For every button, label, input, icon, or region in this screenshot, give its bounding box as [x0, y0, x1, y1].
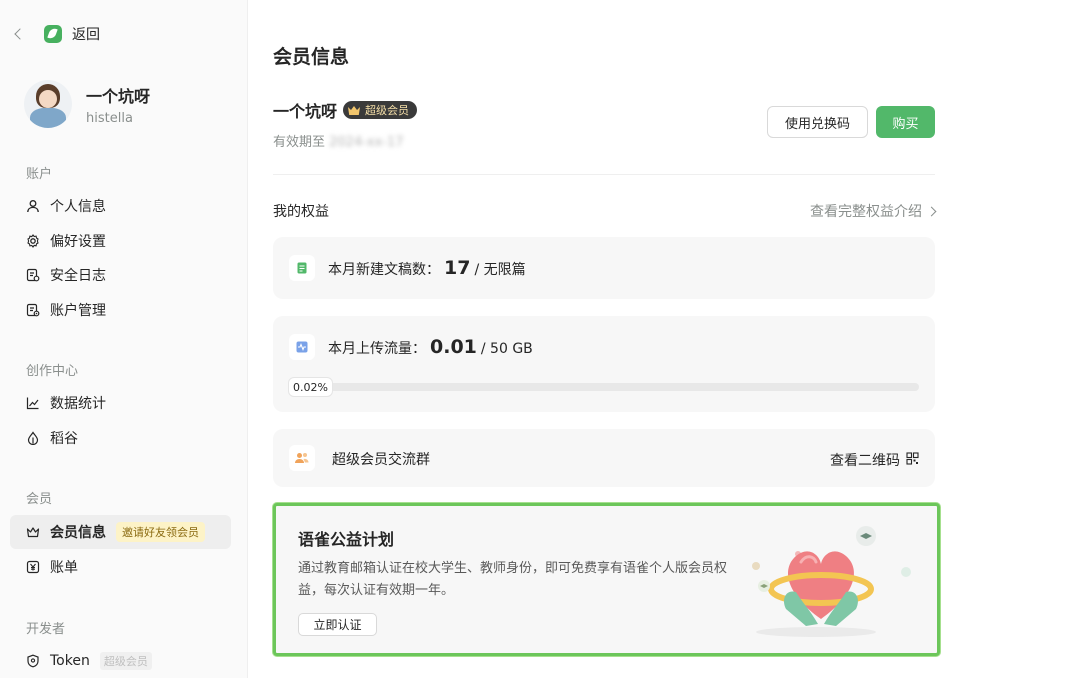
- qrcode-icon: [906, 451, 919, 469]
- expire-prefix: 有效期至: [273, 135, 330, 150]
- sidebar-item-label: 偏好设置: [50, 234, 106, 250]
- chevron-right-icon: [926, 206, 937, 216]
- sidebar-item-label: 账户管理: [50, 303, 106, 319]
- page-title: 会员信息: [273, 46, 350, 68]
- charity-plan-title: 语雀公益计划: [298, 530, 395, 549]
- sidebar-item-label: 个人信息: [50, 199, 106, 215]
- upload-quota-label: 本月上传流量：: [328, 341, 426, 357]
- upload-quota-value: 0.01: [430, 336, 477, 358]
- expire-value: 2024-xx-17: [329, 135, 404, 150]
- expire-date: 有效期至 2024-xx-17: [273, 131, 404, 150]
- vip-badge-label: 超级会员: [365, 104, 410, 117]
- section-title-membership: 会员: [26, 492, 53, 507]
- upload-progress-label: 0.02%: [288, 377, 333, 397]
- sidebar: 返回 一个坑呀 histella 账户 个人信息 偏好设置 安全日志 账户管理 …: [0, 0, 248, 678]
- yen-icon: [26, 560, 40, 574]
- redeem-code-button[interactable]: 使用兑换码: [767, 106, 868, 138]
- sidebar-item-statistics[interactable]: 数据统计: [10, 386, 231, 420]
- account-manage-icon: [26, 303, 40, 317]
- profile: 一个坑呀 histella: [24, 80, 150, 128]
- sidebar-item-label: 账单: [50, 560, 78, 576]
- buy-button[interactable]: 购买: [876, 106, 935, 138]
- docs-quota-label: 本月新建文稿数：: [328, 262, 440, 278]
- sidebar-item-security-log[interactable]: 安全日志: [10, 258, 231, 292]
- vip-badge: 超级会员: [343, 101, 418, 119]
- full-rights-label: 查看完整权益介绍: [810, 204, 922, 220]
- avatar[interactable]: [24, 80, 72, 128]
- profile-username: histella: [86, 110, 133, 126]
- sidebar-item-token[interactable]: Token 超级会员: [10, 644, 231, 678]
- sidebar-item-member-info[interactable]: 会员信息 邀请好友领会员: [10, 515, 231, 549]
- sidebar-item-profile[interactable]: 个人信息: [10, 189, 231, 223]
- group-users-icon: [289, 445, 315, 471]
- shield-log-icon: [26, 268, 40, 282]
- full-rights-link[interactable]: 查看完整权益介绍: [810, 201, 937, 221]
- docs-quota-value: 17: [444, 257, 471, 279]
- sidebar-item-bills[interactable]: 账单: [10, 550, 231, 584]
- section-title-account: 账户: [26, 167, 53, 182]
- rice-drop-icon: [26, 431, 40, 445]
- section-title-creation: 创作中心: [26, 364, 79, 379]
- profile-name: 一个坑呀: [86, 86, 151, 106]
- charity-plan-card: 语雀公益计划 通过教育邮箱认证在校大学生、教师身份，即可免费享有语雀个人版会员权…: [273, 503, 940, 656]
- user-row: 一个坑呀 超级会员: [273, 98, 418, 122]
- upload-traffic-icon: [289, 334, 315, 360]
- back-button[interactable]: 返回: [12, 23, 100, 45]
- docs-quota: 本月新建文稿数： 17 / 无限篇: [328, 257, 526, 279]
- upload-quota-limit: / 50 GB: [480, 341, 533, 357]
- docs-quota-card: 本月新建文稿数： 17 / 无限篇: [273, 237, 935, 299]
- sidebar-item-label: 稻谷: [50, 431, 78, 447]
- chevron-left-icon: [14, 28, 26, 40]
- back-label: 返回: [72, 27, 100, 43]
- chart-line-icon: [26, 396, 40, 410]
- upload-progress-bar: [288, 383, 919, 391]
- member-group-label: 超级会员交流群: [332, 452, 430, 468]
- invite-badge[interactable]: 邀请好友领会员: [116, 522, 205, 542]
- sidebar-item-label: 数据统计: [50, 396, 106, 412]
- upload-quota-card: 本月上传流量： 0.01 / 50 GB 0.02%: [273, 316, 935, 412]
- crown-icon: [26, 525, 40, 539]
- rights-title: 我的权益: [273, 204, 329, 220]
- sidebar-item-rice[interactable]: 稻谷: [10, 421, 231, 455]
- crown-icon: [347, 105, 361, 116]
- member-group-card: 超级会员交流群 查看二维码: [273, 429, 935, 487]
- document-icon: [289, 255, 315, 281]
- sidebar-item-preferences[interactable]: 偏好设置: [10, 224, 231, 258]
- view-qrcode-label: 查看二维码: [830, 453, 900, 469]
- sidebar-item-account-manage[interactable]: 账户管理: [10, 293, 231, 327]
- yuque-logo-icon: [44, 25, 62, 43]
- verify-now-button[interactable]: 立即认证: [298, 613, 377, 636]
- docs-quota-limit: / 无限篇: [474, 262, 526, 278]
- super-member-tag: 超级会员: [99, 652, 152, 670]
- sidebar-item-label: 会员信息: [50, 525, 106, 541]
- gear-icon: [26, 234, 40, 248]
- user-name: 一个坑呀: [273, 102, 338, 121]
- main-content: 会员信息 一个坑呀 超级会员 有效期至 2024-xx-17 使用兑换码 购买 …: [273, 0, 940, 678]
- view-qrcode-link[interactable]: 查看二维码: [830, 450, 919, 470]
- charity-plan-desc: 通过教育邮箱认证在校大学生、教师身份，即可免费享有语雀个人版会员权益，每次认证有…: [298, 561, 728, 598]
- sidebar-item-label: 安全日志: [50, 268, 106, 284]
- user-icon: [26, 199, 40, 213]
- divider: [273, 174, 935, 175]
- section-title-developer: 开发者: [26, 622, 66, 637]
- sidebar-item-label: Token: [50, 653, 90, 669]
- heart-illustration: [726, 514, 926, 644]
- upload-quota: 本月上传流量： 0.01 / 50 GB: [328, 336, 533, 358]
- token-shield-icon: [26, 654, 40, 668]
